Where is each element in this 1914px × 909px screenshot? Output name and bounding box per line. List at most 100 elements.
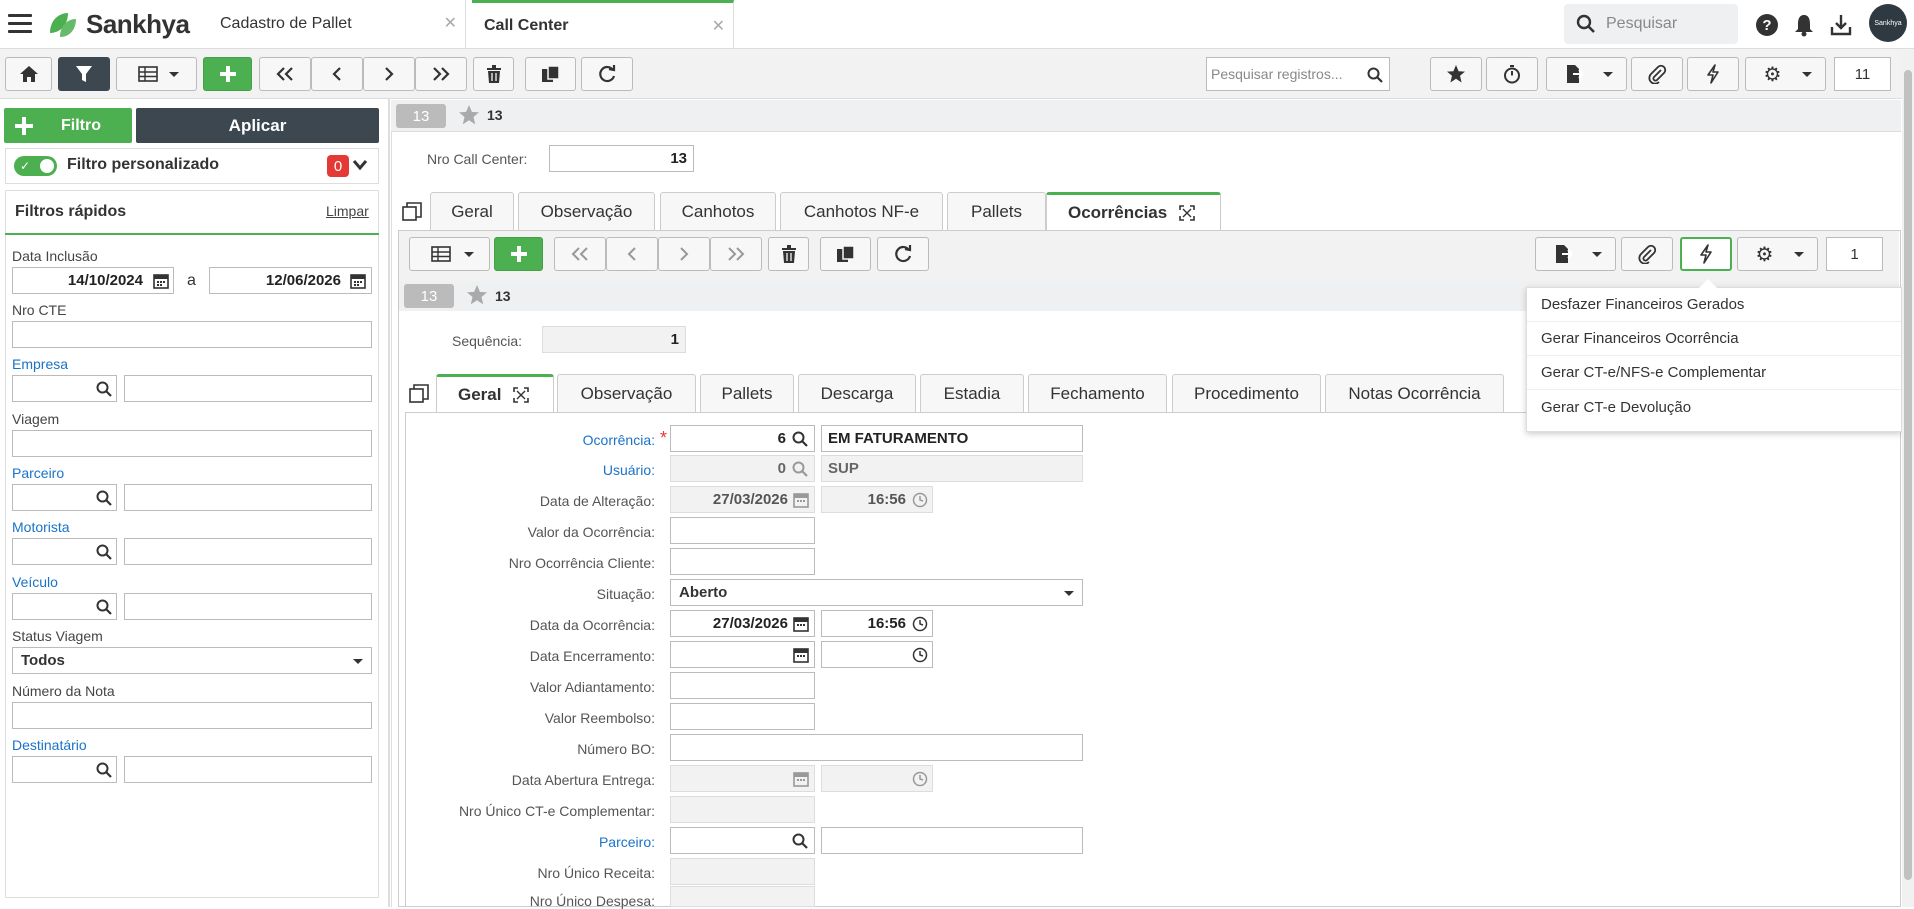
bell-icon[interactable] [1791, 12, 1817, 38]
logo[interactable]: Sankhya [46, 8, 190, 40]
situacao-select[interactable]: Aberto [670, 579, 1083, 606]
sequencia-input[interactable]: 1 [542, 326, 686, 353]
parceiro-form-label[interactable]: Parceiro: [455, 834, 655, 850]
chevron-down-icon[interactable] [352, 158, 368, 172]
sub-first-button[interactable] [554, 237, 606, 271]
attachment-button[interactable] [1631, 57, 1683, 91]
favorite-button[interactable] [1430, 57, 1482, 91]
parceiro-name-input[interactable] [124, 484, 372, 511]
nro-ocorrencia-cliente-input[interactable] [670, 548, 815, 575]
sub-next-button[interactable] [658, 237, 710, 271]
sub-actions-button[interactable] [1680, 237, 1732, 271]
expand-icon[interactable] [1179, 204, 1196, 221]
calendar-icon[interactable] [153, 273, 169, 289]
avatar[interactable]: Sankhya [1869, 4, 1907, 42]
empresa-label[interactable]: Empresa [12, 356, 68, 372]
export-button[interactable] [1546, 57, 1627, 91]
menu-item-gerar-financeiros[interactable]: Gerar Financeiros Ocorrência [1527, 322, 1901, 356]
empresa-name-input[interactable] [124, 375, 372, 402]
numero-nota-input[interactable] [12, 702, 372, 729]
scrollbar[interactable] [1902, 50, 1914, 907]
destinatario-label[interactable]: Destinatário [12, 737, 87, 753]
close-icon[interactable]: ✕ [712, 16, 725, 36]
last-record-button[interactable] [415, 57, 467, 91]
records-search-input[interactable]: Pesquisar registros... [1206, 57, 1390, 91]
menu-item-gerar-cte-nfse-complementar[interactable]: Gerar CT-e/NFS-e Complementar [1527, 356, 1901, 390]
sub-refresh-button[interactable] [877, 237, 929, 271]
sub-previous-button[interactable] [606, 237, 658, 271]
veiculo-name-input[interactable] [124, 593, 372, 620]
calendar-icon[interactable] [793, 616, 809, 632]
tab-canhotos[interactable]: Canhotos [660, 192, 776, 230]
tab-cadastro-de-pallet[interactable]: Cadastro de Pallet ✕ [208, 0, 466, 48]
nro-unico-despesa-input[interactable] [670, 886, 815, 907]
previous-record-button[interactable] [311, 57, 363, 91]
motorista-name-input[interactable] [124, 538, 372, 565]
tab-canhotos-nfe[interactable]: Canhotos NF-e [780, 192, 943, 230]
search-icon[interactable] [96, 599, 112, 615]
valor-adiantamento-input[interactable] [670, 672, 815, 699]
sub-duplicate-button[interactable] [820, 237, 871, 271]
nro-unico-receita-input[interactable] [670, 858, 815, 885]
delete-button[interactable] [473, 57, 514, 91]
search-icon[interactable] [96, 490, 112, 506]
actions-button[interactable] [1687, 57, 1739, 91]
search-icon[interactable] [96, 762, 112, 778]
subtab-notas-ocorrencia[interactable]: Notas Ocorrência [1325, 374, 1504, 412]
grid-view-button[interactable] [116, 57, 197, 91]
sub-attachment-button[interactable] [1621, 237, 1673, 271]
calendar-icon[interactable] [350, 273, 366, 289]
menu-item-desfazer-financeiros[interactable]: Desfazer Financeiros Gerados [1527, 288, 1901, 322]
usuario-desc-input[interactable]: SUP [821, 455, 1083, 482]
subtab-observacao[interactable]: Observação [557, 374, 696, 412]
next-record-button[interactable] [363, 57, 415, 91]
clock-icon[interactable] [912, 647, 928, 663]
apply-button[interactable]: Aplicar [136, 108, 379, 143]
settings-button[interactable]: ⚙ [1745, 57, 1826, 91]
destinatario-name-input[interactable] [124, 756, 372, 783]
parceiro-name-field[interactable] [821, 827, 1083, 854]
nro-unico-cte-input[interactable] [670, 796, 815, 823]
add-button[interactable] [203, 57, 252, 91]
subtab-pallets[interactable]: Pallets [700, 374, 794, 412]
numero-bo-input[interactable] [670, 734, 1083, 761]
tab-call-center[interactable]: Call Center ✕ [472, 0, 734, 48]
ocorrencia-desc-input[interactable]: EM FATURAMENTO [821, 425, 1083, 452]
star-icon[interactable] [466, 284, 488, 306]
clear-filters-link[interactable]: Limpar [326, 203, 369, 219]
subtab-fechamento[interactable]: Fechamento [1028, 374, 1167, 412]
status-viagem-select[interactable]: Todos [12, 647, 372, 674]
star-icon[interactable] [458, 104, 480, 126]
scrollbar-thumb[interactable] [1904, 70, 1912, 880]
download-icon[interactable] [1828, 12, 1854, 38]
panel-splitter[interactable] [388, 99, 390, 907]
veiculo-label[interactable]: Veículo [12, 574, 58, 590]
nro-cte-input[interactable] [12, 321, 372, 348]
nro-call-center-input[interactable]: 13 [549, 145, 694, 172]
date-from-input[interactable]: 14/10/2024 [12, 267, 174, 294]
menu-item-gerar-cte-devolucao[interactable]: Gerar CT-e Devolução [1527, 390, 1901, 424]
duplicate-button[interactable] [525, 57, 576, 91]
valor-ocorrencia-input[interactable] [670, 517, 815, 544]
window-copy-icon[interactable] [409, 384, 429, 404]
sub-last-button[interactable] [710, 237, 762, 271]
search-icon[interactable] [792, 431, 808, 447]
expand-icon[interactable] [513, 386, 530, 403]
sub-settings-button[interactable]: ⚙ [1737, 237, 1818, 271]
home-button[interactable] [5, 57, 52, 91]
tab-observacao[interactable]: Observação [518, 192, 655, 230]
motorista-label[interactable]: Motorista [12, 519, 70, 535]
valor-reembolso-input[interactable] [670, 703, 815, 730]
subtab-geral[interactable]: Geral [436, 374, 554, 412]
sub-export-button[interactable] [1535, 237, 1616, 271]
search-icon[interactable] [96, 381, 112, 397]
global-search[interactable]: Pesquisar [1564, 4, 1738, 44]
first-record-button[interactable] [259, 57, 311, 91]
timer-button[interactable] [1486, 57, 1538, 91]
sub-add-button[interactable] [494, 237, 543, 271]
refresh-button[interactable] [581, 57, 633, 91]
clock-icon[interactable] [912, 616, 928, 632]
sub-grid-view-button[interactable] [409, 237, 490, 271]
search-icon[interactable] [96, 544, 112, 560]
subtab-procedimento[interactable]: Procedimento [1172, 374, 1321, 412]
